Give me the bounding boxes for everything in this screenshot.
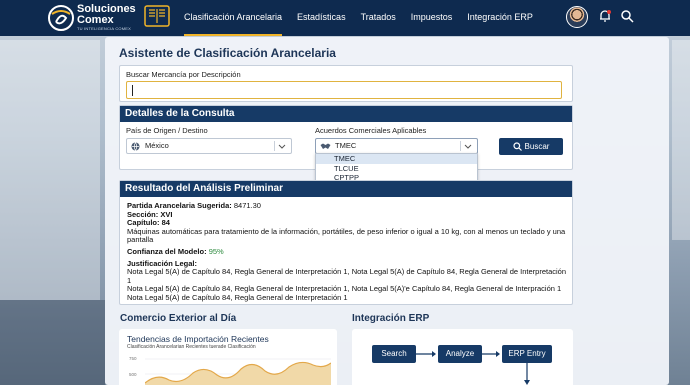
globe-logo-icon [48, 5, 74, 31]
partida-value: 8471.30 [233, 201, 261, 210]
text-caret [132, 85, 133, 96]
book-icon[interactable] [144, 5, 170, 27]
descripcion: Máquinas automáticas para tratamiento de… [127, 226, 566, 245]
background-window-right [672, 40, 690, 240]
select-separator [460, 141, 461, 151]
brand-name[interactable]: Soluciones Comex TU INTELIGENCIA COMEX [77, 4, 136, 32]
comercio-title: Comercio Exterior al Día [120, 313, 237, 324]
justificacion-line: Nota Legal 5(A) de Capítulo 84, Regla Ge… [127, 267, 567, 285]
select-separator [274, 141, 275, 151]
chart-subtitle: Clasificación Arancelarian Recientes tue… [127, 344, 256, 350]
country-label: País de Origen / Destino [126, 126, 208, 135]
consulta-title: Detalles de la Consulta [120, 106, 572, 122]
brand-tagline: TU INTELIGENCIA COMEX [77, 26, 131, 31]
acuerdos-label: Acuerdos Comerciales Aplicables [315, 126, 427, 135]
nav-impuestos[interactable]: Impuestos [411, 0, 453, 36]
nav-tratados[interactable]: Tratados [361, 0, 396, 36]
main-nav: Clasificación Arancelaria Estadísticas T… [184, 0, 548, 36]
search-button-label: Buscar [524, 142, 550, 151]
country-select[interactable]: México [126, 138, 292, 154]
partida-row: Partida Arancelaria Sugerida: 8471.30 [127, 201, 567, 211]
confianza-value: 95% [208, 246, 224, 256]
search-button[interactable]: Buscar [499, 138, 563, 155]
brand-line2: Comex [77, 14, 114, 26]
dropdown-option-tlcue[interactable]: TLCUE [316, 164, 477, 174]
search-icon[interactable] [620, 9, 634, 23]
flow-arrows [416, 351, 530, 385]
justificacion-line: Nota Legal 5(A) de Capítulo 84, Regla Ge… [127, 292, 348, 302]
resultado-title: Resultado del Análisis Preliminar [120, 181, 572, 197]
bell-icon[interactable] [598, 9, 612, 23]
confianza-row: Confianza del Modelo: 95% [127, 246, 567, 257]
acuerdos-select[interactable]: TMEC [315, 138, 478, 154]
user-avatar[interactable] [566, 6, 588, 28]
trends-chart-card: Tendencias de Importación Recientes Clas… [119, 329, 337, 385]
page-title: Asistente de Clasificación Arancelaria [119, 46, 336, 60]
acuerdos-value: TMEC [335, 141, 357, 150]
search-input[interactable] [126, 81, 562, 99]
nav-clasificacion-arancelaria[interactable]: Clasificación Arancelaria [184, 0, 283, 36]
y-tick: 500 [129, 372, 137, 377]
dropdown-option-tmec[interactable]: TMEC [316, 154, 477, 164]
chart-title: Tendencias de Importación Recientes [127, 334, 269, 344]
resultado-body: Partida Arancelaria Sugerida: 8471.30 Se… [127, 201, 567, 303]
nav-estadisticas[interactable]: Estadísticas [297, 0, 346, 36]
handshake-icon [320, 143, 331, 149]
confianza-label: Confianza del Modelo: [127, 246, 207, 256]
background-desk [0, 300, 105, 385]
nav-integracion-erp[interactable]: Integración ERP [467, 0, 533, 36]
y-tick: 750 [129, 356, 137, 361]
trend-area-chart [145, 358, 331, 385]
search-icon [512, 142, 522, 152]
capitulo: Capítulo: 84 [127, 218, 170, 228]
top-navigation-bar: Soluciones Comex TU INTELIGENCIA COMEX C… [0, 0, 690, 36]
country-value: México [145, 141, 169, 150]
search-label: Buscar Mercancía por Descripción [126, 70, 241, 79]
chevron-down-icon [278, 144, 286, 149]
erp-title: Integración ERP [352, 313, 430, 324]
erp-flow-card: Search Analyze ERP Entry [352, 329, 573, 385]
background-window [0, 40, 100, 300]
chevron-down-icon [464, 144, 472, 149]
globe-icon [131, 142, 140, 151]
